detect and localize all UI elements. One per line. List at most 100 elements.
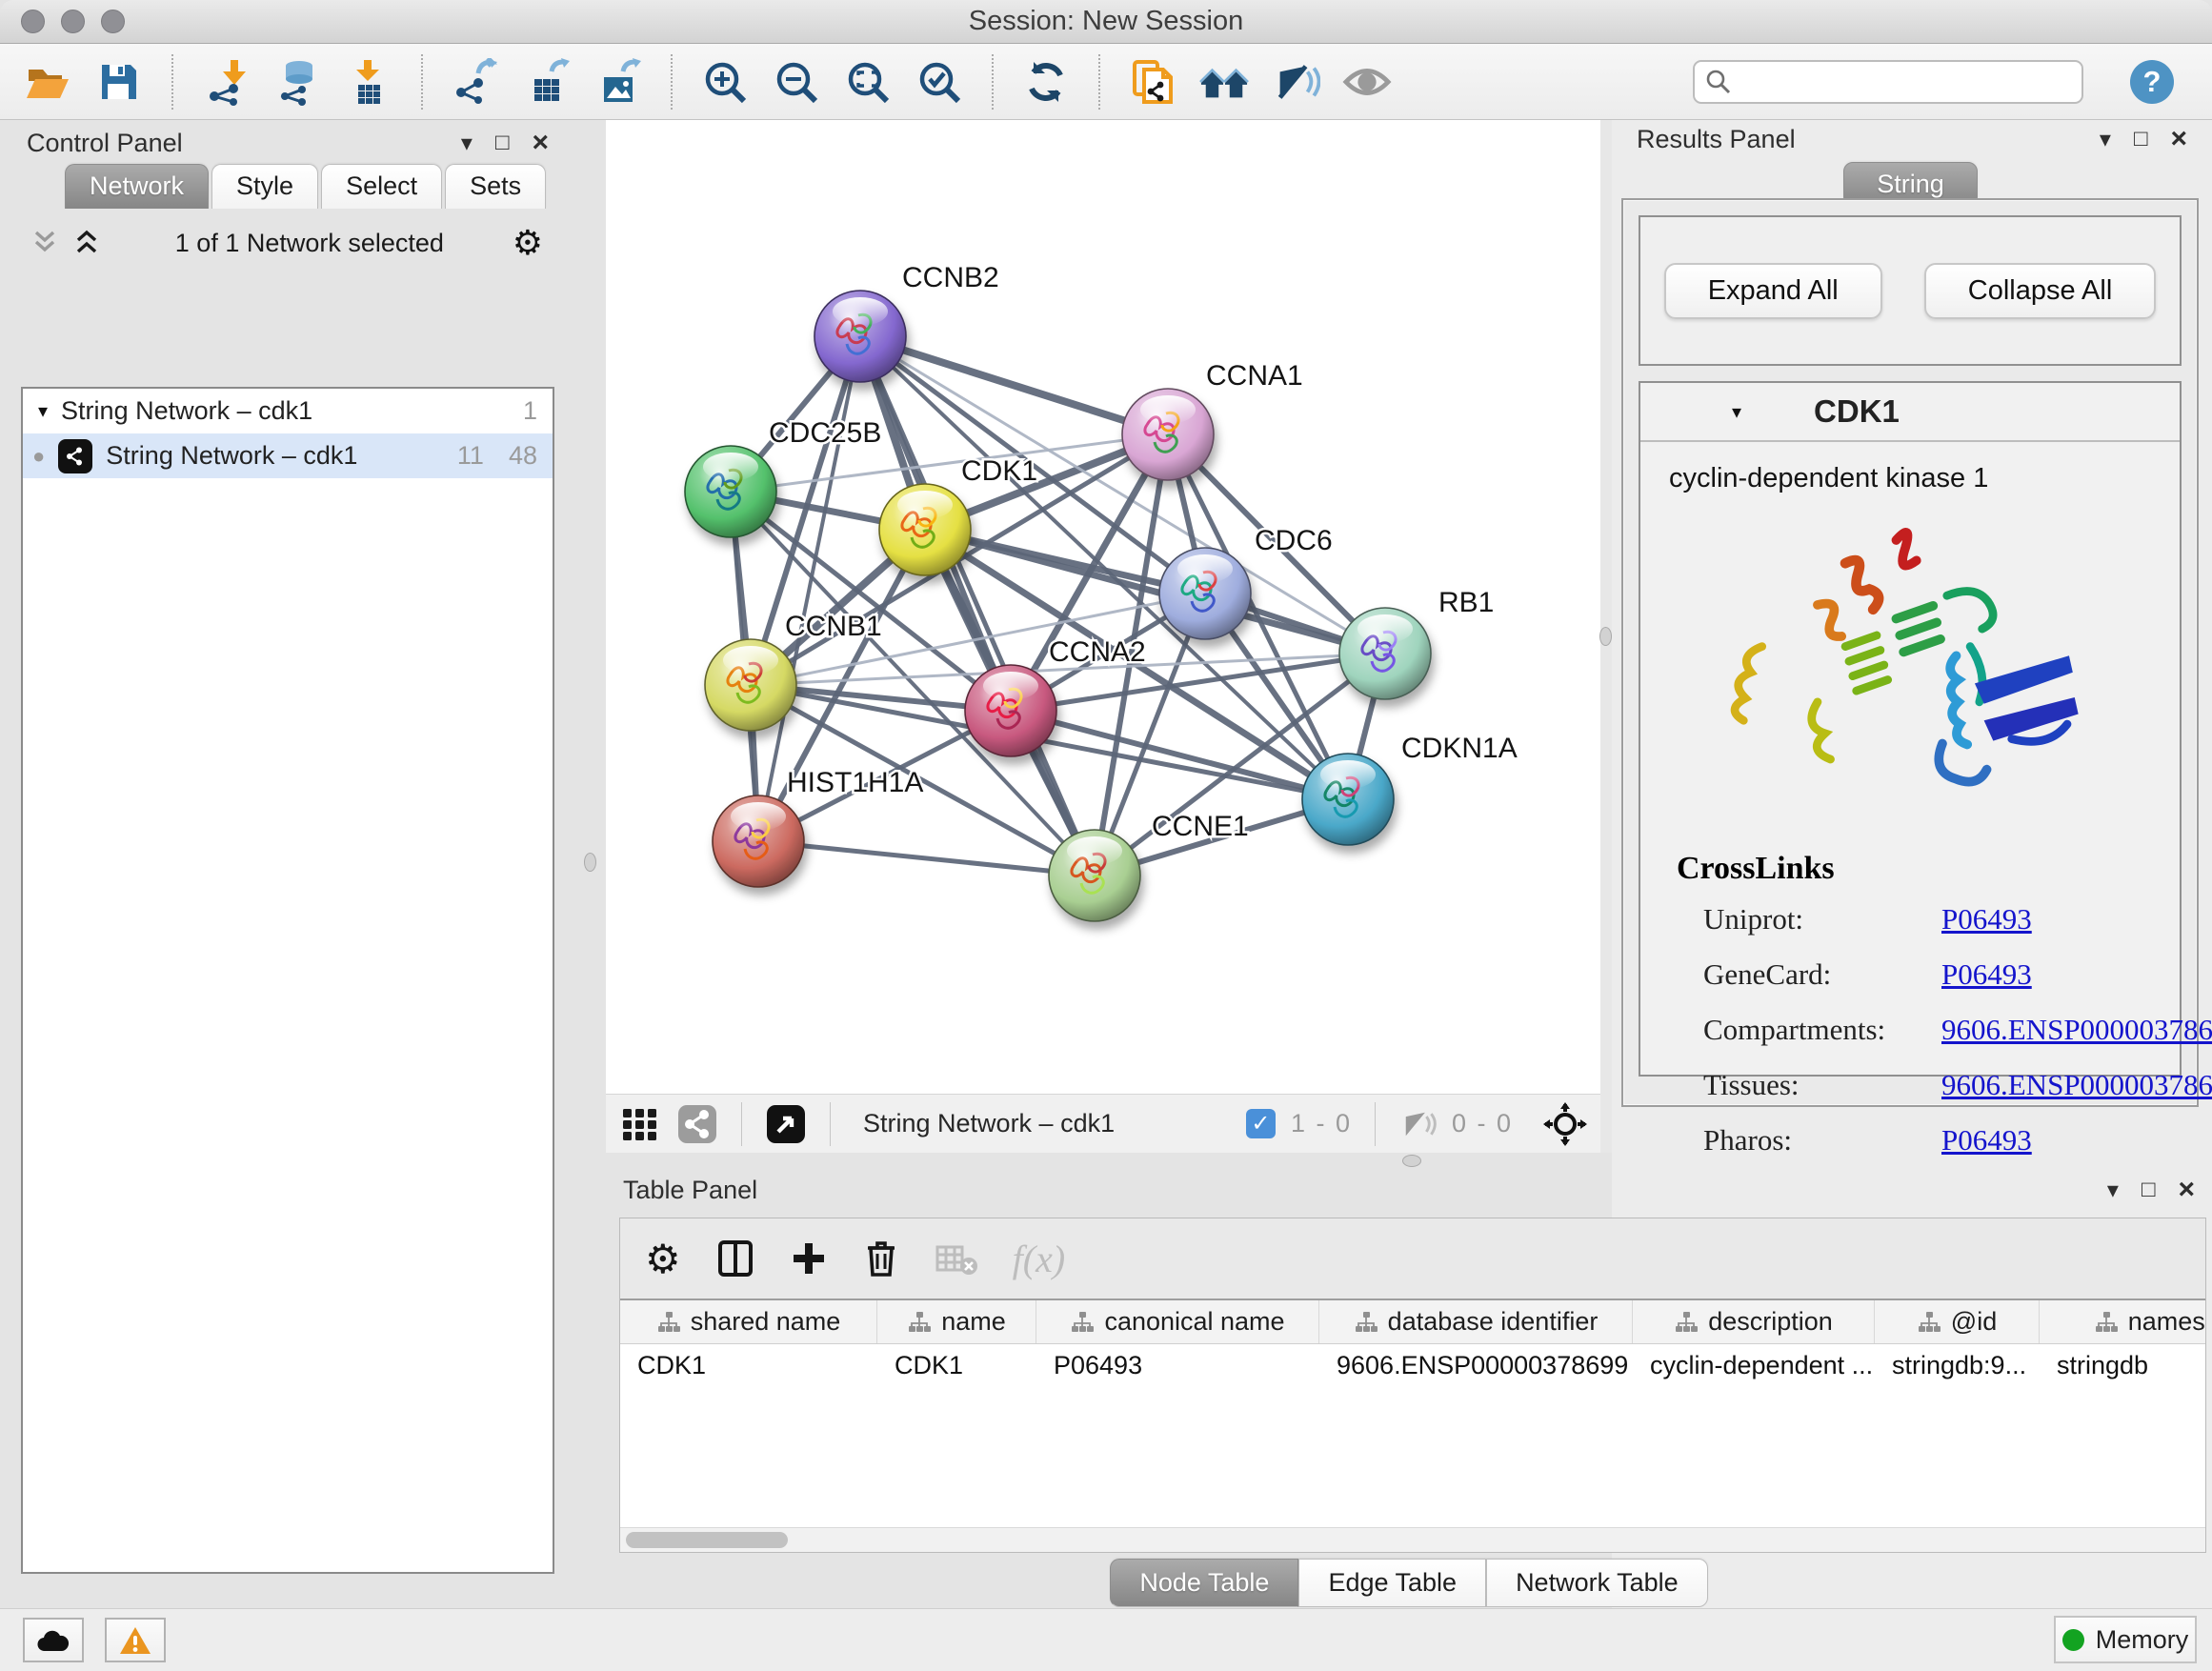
node-table[interactable]: shared namenamecanonical namedatabase id… xyxy=(620,1299,2205,1527)
crosslink-link[interactable]: 9606.ENSP00000378699 xyxy=(1941,1013,2212,1047)
network-node-CDC25B[interactable] xyxy=(685,446,776,537)
table-cell[interactable]: stringdb:9... xyxy=(1875,1344,2040,1388)
table-settings-gear-icon[interactable]: ⚙ xyxy=(645,1236,681,1282)
tab-network[interactable]: Network xyxy=(65,164,209,209)
string-import-icon[interactable] xyxy=(1128,57,1177,107)
collection-expand-icon[interactable]: ▾ xyxy=(38,399,48,423)
network-node-CDKN1A[interactable] xyxy=(1302,754,1394,845)
help-button[interactable]: ? xyxy=(2130,60,2174,104)
left-splitter-handle[interactable] xyxy=(584,853,596,872)
table-cell[interactable]: CDK1 xyxy=(877,1344,1036,1388)
fit-selected-crosshair-icon[interactable] xyxy=(1543,1102,1587,1146)
export-table-icon[interactable] xyxy=(522,57,572,107)
collapse-all-icon[interactable] xyxy=(32,229,65,257)
table-panel-collapse-icon[interactable]: ▾ xyxy=(2107,1177,2119,1204)
open-session-icon[interactable] xyxy=(23,57,72,107)
table-cell[interactable]: cyclin-dependent ... xyxy=(1633,1344,1875,1388)
network-node-HIST1H1A[interactable] xyxy=(713,795,804,887)
selected-checkbox-icon[interactable]: ✓ xyxy=(1246,1109,1276,1138)
show-columns-icon[interactable] xyxy=(715,1238,755,1278)
tab-sets[interactable]: Sets xyxy=(445,164,546,209)
warnings-button[interactable] xyxy=(105,1618,166,1662)
add-column-icon[interactable] xyxy=(790,1239,828,1278)
import-network-database-icon[interactable] xyxy=(272,57,322,107)
network-canvas[interactable]: CCNB2CCNA1CDC25BCDK1CDC6RB1CCNB1CCNA2CDK… xyxy=(606,120,1600,1094)
save-session-icon[interactable] xyxy=(94,57,144,107)
table-cell[interactable]: 9606.ENSP00000378699 xyxy=(1319,1344,1633,1388)
table-cell[interactable]: stringdb xyxy=(2040,1344,2205,1388)
memory-button[interactable]: Memory xyxy=(2054,1616,2197,1663)
right-splitter-handle[interactable] xyxy=(1599,627,1612,646)
gene-section-header[interactable]: ▾ CDK1 xyxy=(1640,383,2180,442)
import-table-file-icon[interactable] xyxy=(344,57,393,107)
network-node-CCNE1[interactable] xyxy=(1049,830,1140,921)
network-options-gear-icon[interactable]: ⚙ xyxy=(513,223,543,263)
control-panel-float-icon[interactable]: □ xyxy=(495,130,510,156)
tab-network-table[interactable]: Network Table xyxy=(1486,1559,1708,1607)
column-header-@id[interactable]: @id xyxy=(1875,1300,2040,1343)
crosslink-link[interactable]: P06493 xyxy=(1941,902,2180,936)
show-all-eye-icon[interactable] xyxy=(1342,57,1392,107)
network-node-CCNA1[interactable] xyxy=(1122,389,1214,480)
column-header-canonical-name[interactable]: canonical name xyxy=(1036,1300,1319,1343)
network-node-CDC6[interactable] xyxy=(1159,548,1251,639)
network-row-selected[interactable]: ● String Network – cdk1 11 48 xyxy=(23,433,553,478)
cloud-button[interactable] xyxy=(23,1618,84,1662)
export-network-icon[interactable] xyxy=(451,57,500,107)
table-panel-close-icon[interactable]: × xyxy=(2178,1174,2195,1206)
control-panel-collapse-icon[interactable]: ▾ xyxy=(461,130,473,157)
crosslink-link[interactable]: 9606.ENSP00000378699 xyxy=(1941,1068,2212,1102)
import-network-file-icon[interactable] xyxy=(201,57,251,107)
expand-all-button[interactable]: Expand All xyxy=(1664,263,1882,319)
crosslink-link[interactable]: P06493 xyxy=(1941,957,2180,992)
table-horizontal-scrollbar[interactable] xyxy=(620,1527,2205,1552)
search-input[interactable] xyxy=(1740,67,2072,96)
control-panel-close-icon[interactable]: × xyxy=(532,127,549,159)
column-header-namespace[interactable]: namespace xyxy=(2040,1300,2205,1343)
column-header-database-identifier[interactable]: database identifier xyxy=(1319,1300,1633,1343)
collapse-all-button[interactable]: Collapse All xyxy=(1924,263,2157,319)
table-cell[interactable]: P06493 xyxy=(1036,1344,1319,1388)
open-in-new-window-icon[interactable] xyxy=(765,1103,807,1145)
results-panel-float-icon[interactable]: □ xyxy=(2134,126,2148,152)
network-collection-row[interactable]: ▾ String Network – cdk1 1 xyxy=(23,389,553,433)
zoom-window-icon[interactable] xyxy=(101,10,125,33)
home-view-icon[interactable] xyxy=(1199,57,1249,107)
export-image-icon[interactable] xyxy=(593,57,643,107)
tab-select[interactable]: Select xyxy=(321,164,442,209)
network-edge[interactable] xyxy=(758,336,860,841)
tab-node-table[interactable]: Node Table xyxy=(1110,1559,1298,1607)
tab-edge-table[interactable]: Edge Table xyxy=(1298,1559,1486,1607)
window-controls[interactable] xyxy=(21,10,125,33)
network-node-CCNB2[interactable] xyxy=(814,291,906,382)
delete-column-icon[interactable] xyxy=(862,1238,900,1278)
refresh-view-icon[interactable] xyxy=(1021,57,1071,107)
scrollbar-thumb[interactable] xyxy=(626,1532,788,1548)
hide-selected-eye-icon[interactable] xyxy=(1271,57,1320,107)
network-edge[interactable] xyxy=(860,336,1168,434)
crosslink-link[interactable]: P06493 xyxy=(1941,1123,2180,1158)
network-node-CCNA2[interactable] xyxy=(965,665,1056,756)
network-node-CDK1[interactable] xyxy=(879,484,971,575)
bottom-splitter-handle[interactable] xyxy=(1402,1155,1421,1167)
zoom-out-icon[interactable] xyxy=(772,57,821,107)
birds-eye-grid-icon[interactable] xyxy=(619,1103,661,1145)
search-box[interactable] xyxy=(1693,60,2083,104)
gene-expand-icon[interactable]: ▾ xyxy=(1732,400,1741,424)
zoom-fit-icon[interactable] xyxy=(843,57,893,107)
zoom-selected-icon[interactable] xyxy=(915,57,964,107)
results-panel-collapse-icon[interactable]: ▾ xyxy=(2100,126,2111,153)
table-panel-float-icon[interactable]: □ xyxy=(2142,1177,2156,1203)
minimize-window-icon[interactable] xyxy=(61,10,85,33)
network-node-RB1[interactable] xyxy=(1339,608,1431,699)
column-header-shared-name[interactable]: shared name xyxy=(620,1300,877,1343)
tab-style[interactable]: Style xyxy=(211,164,318,209)
results-panel-close-icon[interactable]: × xyxy=(2170,123,2187,155)
close-window-icon[interactable] xyxy=(21,10,45,33)
expand-all-icon[interactable] xyxy=(74,229,107,257)
table-cell[interactable]: CDK1 xyxy=(620,1344,877,1388)
network-node-CCNB1[interactable] xyxy=(705,639,796,731)
string-panel-toggle-icon[interactable] xyxy=(676,1103,718,1145)
column-header-name[interactable]: name xyxy=(877,1300,1036,1343)
column-header-description[interactable]: description xyxy=(1633,1300,1875,1343)
